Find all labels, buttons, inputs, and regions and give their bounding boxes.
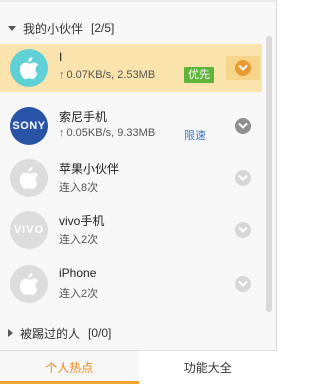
device-speed: ↑ 0.05KB/s, 9.33MB — [59, 127, 155, 139]
group-title: 我的小伙伴 — [23, 21, 84, 36]
chevron-down-icon — [235, 118, 251, 134]
expand-right-icon — [8, 329, 13, 337]
scrollbar[interactable] — [266, 36, 272, 312]
expand-down-icon — [8, 25, 16, 31]
speed-text: 0.07KB/s, 2.53MB — [66, 69, 156, 81]
device-item-vivo[interactable]: VIVO vivo手机 连入2次 — [0, 206, 262, 254]
apple-icon — [10, 49, 48, 87]
group-header-kicked[interactable]: 被踢过的人 [0/0] — [0, 318, 263, 348]
device-name: 索尼手机 — [59, 110, 108, 124]
apple-icon — [10, 159, 48, 197]
connect-count: 连入8次 — [59, 182, 99, 194]
chevron-down-icon — [235, 60, 251, 76]
upload-arrow-icon: ↑ — [59, 127, 65, 139]
group-count: [0/0] — [88, 326, 112, 340]
device-item-apple-partner[interactable]: 苹果小伙伴 连入8次 — [0, 154, 262, 202]
chevron-down-icon — [235, 222, 251, 238]
sony-logo: SONY — [10, 107, 48, 145]
device-name: 苹果小伙伴 — [59, 162, 120, 176]
chevron-down-icon — [235, 170, 251, 186]
device-item-iphone[interactable]: iPhone 连入2次 — [0, 260, 262, 308]
connect-count: 连入2次 — [59, 288, 99, 300]
tab-features[interactable]: 功能大全 — [139, 351, 278, 384]
speed-text: 0.05KB/s, 9.33MB — [66, 127, 156, 139]
device-item-i[interactable]: I ↑ 0.07KB/s, 2.53MB 优先 — [0, 44, 262, 92]
device-name: I — [59, 50, 63, 64]
chevron-down-icon — [235, 276, 251, 292]
limit-speed-link[interactable]: 限速 — [184, 127, 206, 143]
bottom-tab-bar: 个人热点 功能大全 — [0, 350, 277, 384]
apple-icon — [10, 265, 48, 303]
priority-badge[interactable]: 优先 — [184, 67, 214, 83]
group-header-partners[interactable]: 我的小伙伴 [2/5] — [0, 13, 263, 43]
vivo-logo-text: VIVO — [13, 224, 45, 236]
device-action-button[interactable] — [226, 114, 260, 138]
tab-personal-hotspot[interactable]: 个人热点 — [0, 351, 139, 384]
device-action-button[interactable] — [226, 272, 260, 296]
group-count: [2/5] — [91, 21, 115, 35]
device-action-button[interactable] — [226, 218, 260, 242]
device-name: vivo手机 — [59, 214, 105, 228]
device-item-sony[interactable]: SONY 索尼手机 ↑ 0.05KB/s, 9.33MB 限速 — [0, 102, 262, 150]
device-action-button[interactable] — [226, 166, 260, 190]
device-speed: ↑ 0.07KB/s, 2.53MB — [59, 69, 155, 81]
connect-count: 连入2次 — [59, 234, 99, 246]
partner-panel: 我的小伙伴 [2/5] I ↑ 0.07KB/s, 2.53MB 优先 SONY … — [0, 0, 277, 384]
group-title: 被踢过的人 — [20, 326, 81, 341]
device-action-button[interactable] — [226, 56, 260, 80]
sony-logo-text: SONY — [12, 120, 46, 132]
upload-arrow-icon: ↑ — [59, 69, 65, 81]
vivo-logo: VIVO — [10, 211, 48, 249]
top-divider — [0, 0, 277, 2]
device-name: iPhone — [59, 266, 97, 280]
